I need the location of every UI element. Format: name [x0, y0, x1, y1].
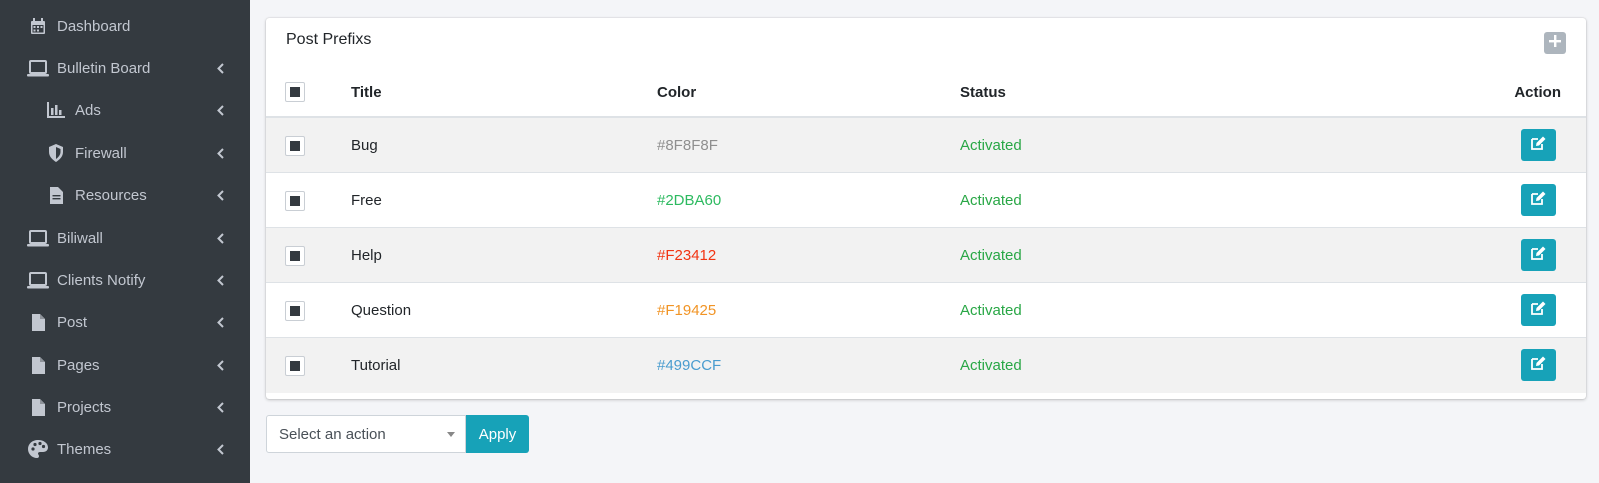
- calendar-icon: [27, 15, 49, 37]
- sidebar: Dashboard Bulletin Board Ads Firewall Re…: [0, 0, 250, 483]
- column-header-color: Color: [657, 84, 697, 101]
- shield-icon: [45, 142, 67, 164]
- sidebar-item-biliwall[interactable]: Biliwall: [0, 218, 250, 258]
- column-header-action: Action: [1514, 84, 1561, 101]
- file-icon: [27, 354, 49, 376]
- file-icon: [45, 184, 67, 206]
- edit-button[interactable]: [1521, 129, 1556, 161]
- edit-button[interactable]: [1521, 184, 1556, 216]
- row-color: #499CCF: [657, 357, 722, 374]
- file-icon: [27, 311, 49, 333]
- row-title: Tutorial: [351, 357, 401, 374]
- prefix-table: Title Color Status Action Bug #8F8F8F Ac…: [266, 68, 1586, 393]
- sidebar-item-label: Ads: [75, 101, 101, 119]
- sidebar-item-bulletin-board[interactable]: Bulletin Board: [0, 48, 250, 88]
- sidebar-item-label: Firewall: [75, 144, 127, 162]
- bulk-action-select[interactable]: Select an action: [266, 415, 466, 453]
- row-checkbox[interactable]: [285, 191, 305, 211]
- caret-down-icon: [447, 432, 455, 437]
- row-status: Activated: [960, 247, 1022, 264]
- row-checkbox[interactable]: [285, 246, 305, 266]
- bulk-action-select-value: Select an action: [279, 425, 386, 443]
- table-row: Question #F19425 Activated: [266, 282, 1586, 338]
- sidebar-item-post[interactable]: Post: [0, 302, 250, 342]
- sidebar-item-pages[interactable]: Pages: [0, 345, 250, 385]
- sidebar-item-label: Themes: [57, 440, 112, 458]
- plus-icon: [1549, 34, 1561, 52]
- table-header: Title Color Status Action: [266, 68, 1586, 118]
- sidebar-item-firewall[interactable]: Firewall: [0, 133, 250, 173]
- row-color: #F23412: [657, 247, 717, 264]
- edit-icon: [1531, 191, 1546, 210]
- edit-button[interactable]: [1521, 349, 1556, 381]
- row-status: Activated: [960, 137, 1022, 154]
- row-title: Free: [351, 192, 382, 209]
- laptop-icon: [27, 57, 49, 79]
- row-color: #2DBA60: [657, 192, 722, 209]
- row-checkbox[interactable]: [285, 356, 305, 376]
- edit-icon: [1531, 356, 1546, 375]
- edit-icon: [1531, 136, 1546, 155]
- laptop-icon: [27, 227, 49, 249]
- column-header-title: Title: [351, 84, 382, 101]
- edit-icon: [1531, 301, 1546, 320]
- table-row: Tutorial #499CCF Activated: [266, 337, 1586, 393]
- edit-button[interactable]: [1521, 294, 1556, 326]
- table-row: Free #2DBA60 Activated: [266, 172, 1586, 228]
- chevron-left-icon: [214, 443, 226, 455]
- sidebar-item-themes[interactable]: Themes: [0, 429, 250, 469]
- chevron-left-icon: [214, 359, 226, 371]
- table-row: Help #F23412 Activated: [266, 227, 1586, 283]
- add-button[interactable]: [1544, 32, 1566, 54]
- sidebar-item-label: Pages: [57, 356, 100, 374]
- palette-icon: [27, 438, 49, 460]
- row-status: Activated: [960, 192, 1022, 209]
- chart-bar-icon: [45, 99, 67, 121]
- sidebar-item-clients-notify[interactable]: Clients Notify: [0, 260, 250, 300]
- sidebar-item-label: Post: [57, 313, 88, 331]
- file-icon: [27, 396, 49, 418]
- chevron-left-icon: [214, 232, 226, 244]
- row-color: #8F8F8F: [657, 137, 718, 154]
- edit-icon: [1531, 246, 1546, 265]
- chevron-left-icon: [214, 147, 226, 159]
- chevron-left-icon: [214, 316, 226, 328]
- sidebar-item-label: Projects: [57, 398, 112, 416]
- sidebar-item-resources[interactable]: Resources: [0, 175, 250, 215]
- sidebar-item-label: Resources: [75, 186, 147, 204]
- edit-button[interactable]: [1521, 239, 1556, 271]
- column-header-status: Status: [960, 84, 1006, 101]
- row-status: Activated: [960, 302, 1022, 319]
- chevron-left-icon: [214, 189, 226, 201]
- row-checkbox[interactable]: [285, 301, 305, 321]
- post-prefixes-card: Post Prefixs Title Color Status Action B…: [266, 18, 1586, 399]
- chevron-left-icon: [214, 274, 226, 286]
- chevron-left-icon: [214, 62, 226, 74]
- chevron-left-icon: [214, 401, 226, 413]
- sidebar-item-label: Biliwall: [57, 229, 103, 247]
- table-row: Bug #8F8F8F Activated: [266, 117, 1586, 173]
- apply-button[interactable]: Apply: [466, 415, 529, 453]
- sidebar-item-ads[interactable]: Ads: [0, 90, 250, 130]
- row-title: Bug: [351, 137, 378, 154]
- row-color: #F19425: [657, 302, 717, 319]
- row-status: Activated: [960, 357, 1022, 374]
- sidebar-item-projects[interactable]: Projects: [0, 387, 250, 427]
- card-title: Post Prefixs: [286, 31, 372, 48]
- row-checkbox[interactable]: [285, 136, 305, 156]
- sidebar-item-label: Bulletin Board: [57, 59, 151, 77]
- laptop-icon: [27, 269, 49, 291]
- sidebar-item-label: Dashboard: [57, 17, 131, 35]
- sidebar-item-label: Clients Notify: [57, 271, 146, 289]
- row-title: Question: [351, 302, 412, 319]
- row-title: Help: [351, 247, 382, 264]
- sidebar-item-dashboard[interactable]: Dashboard: [0, 6, 250, 46]
- select-all-checkbox[interactable]: [285, 82, 305, 102]
- chevron-left-icon: [214, 104, 226, 116]
